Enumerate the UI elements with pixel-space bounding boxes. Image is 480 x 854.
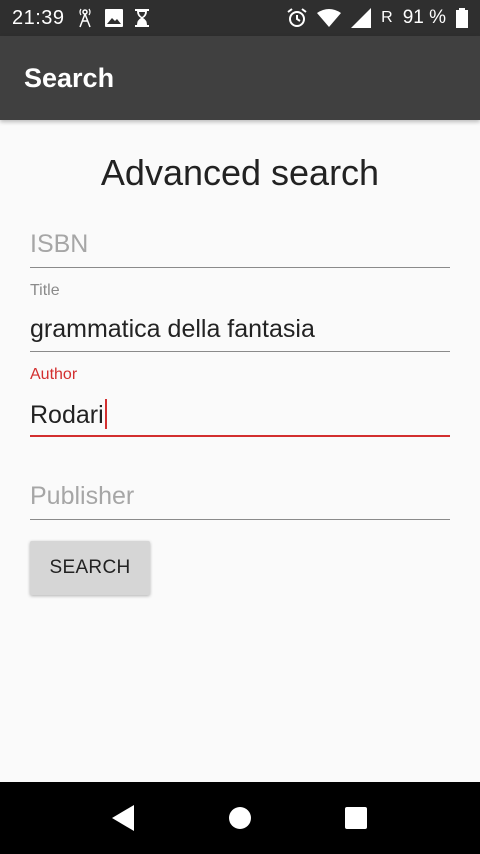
hourglass-icon (134, 9, 149, 27)
recents-button[interactable] (338, 800, 374, 836)
author-text: Rodari (30, 401, 104, 429)
isbn-underline (30, 267, 450, 268)
search-form: Advanced search ISBN Title grammatica de… (0, 120, 480, 782)
publisher-field[interactable]: Publisher (30, 472, 450, 522)
app-bar-title: Search (24, 62, 115, 93)
cell-signal-icon (351, 8, 372, 28)
status-bar: 21:39 R 91 % (0, 0, 480, 36)
home-icon (229, 807, 251, 829)
alarm-icon (287, 8, 307, 28)
author-label: Author (30, 366, 78, 383)
home-button[interactable] (222, 800, 258, 836)
roaming-indicator: R (381, 9, 393, 26)
title-underline (30, 351, 450, 352)
publisher-underline (30, 519, 450, 520)
title-input-value: grammatica della fantasia (30, 315, 315, 343)
wifi-icon (317, 9, 342, 27)
author-input-value: Rodari (30, 399, 107, 430)
isbn-placeholder: ISBN (30, 230, 89, 258)
status-time: 21:39 (12, 6, 65, 29)
title-field[interactable]: Title grammatica della fantasia (30, 280, 450, 354)
back-icon (112, 805, 134, 831)
author-field[interactable]: Author Rodari (30, 364, 450, 440)
author-underline (30, 435, 450, 437)
app-bar: Search (0, 36, 480, 120)
title-label: Title (30, 282, 60, 299)
image-icon (104, 9, 123, 27)
battery-icon (456, 8, 468, 28)
page-heading: Advanced search (100, 152, 380, 193)
recents-icon (345, 807, 367, 829)
search-button[interactable]: SEARCH (30, 541, 150, 595)
battery-percent: 91 % (402, 7, 446, 28)
signal-tower-icon (77, 8, 93, 28)
text-cursor (104, 399, 107, 429)
navigation-bar (0, 782, 480, 854)
back-button[interactable] (106, 800, 142, 836)
isbn-field[interactable]: ISBN (30, 220, 450, 270)
publisher-placeholder: Publisher (30, 482, 135, 510)
